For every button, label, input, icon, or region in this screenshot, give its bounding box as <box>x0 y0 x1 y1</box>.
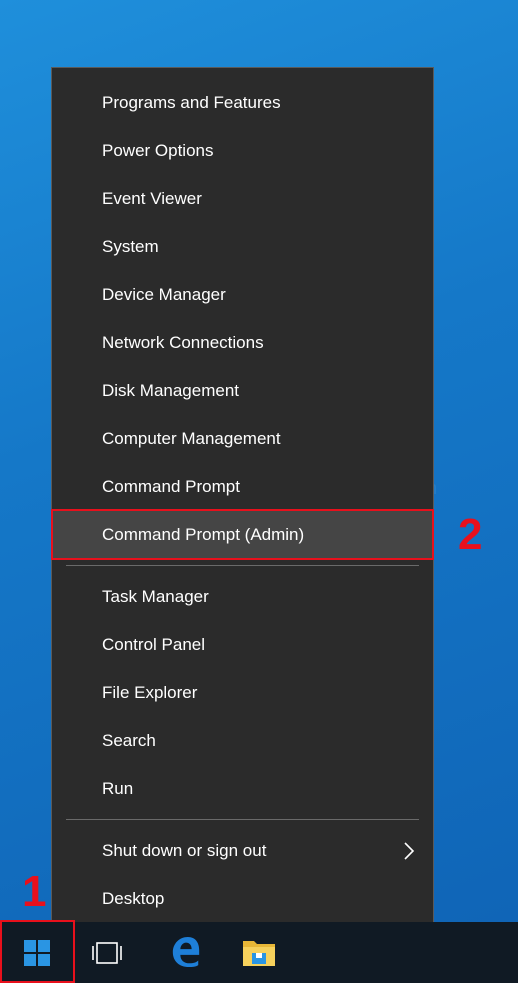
menu-item-system[interactable]: System <box>52 223 433 271</box>
menu-item-event-viewer[interactable]: Event Viewer <box>52 175 433 223</box>
menu-item-command-prompt[interactable]: Command Prompt <box>52 463 433 511</box>
file-explorer-icon <box>243 941 275 966</box>
annotation-highlight-command-prompt-admin <box>51 509 434 560</box>
menu-separator <box>66 819 419 820</box>
annotation-highlight-start-button <box>0 920 75 983</box>
annotation-step-2: 2 <box>458 510 483 559</box>
task-view-icon <box>92 942 122 964</box>
menu-item-disk-management[interactable]: Disk Management <box>52 367 433 415</box>
chevron-right-icon <box>404 842 415 860</box>
edge-browser-icon <box>172 936 200 968</box>
menu-item-label: Shut down or sign out <box>102 841 267 860</box>
menu-item-computer-management[interactable]: Computer Management <box>52 415 433 463</box>
menu-item-run[interactable]: Run <box>52 765 433 813</box>
menu-item-shut-down-or-sign-out[interactable]: Shut down or sign out <box>52 827 433 875</box>
annotation-step-1: 1 <box>22 867 47 916</box>
edge-browser-button[interactable] <box>152 922 218 983</box>
power-user-menu: Programs and Features Power Options Even… <box>51 67 434 934</box>
menu-item-programs-and-features[interactable]: Programs and Features <box>52 79 433 127</box>
menu-separator <box>66 565 419 566</box>
task-view-button[interactable] <box>74 922 140 983</box>
menu-item-device-manager[interactable]: Device Manager <box>52 271 433 319</box>
menu-item-file-explorer[interactable]: File Explorer <box>52 669 433 717</box>
menu-item-network-connections[interactable]: Network Connections <box>52 319 433 367</box>
file-explorer-button[interactable] <box>226 922 292 983</box>
menu-item-power-options[interactable]: Power Options <box>52 127 433 175</box>
taskbar <box>0 922 518 983</box>
menu-item-search[interactable]: Search <box>52 717 433 765</box>
menu-item-desktop[interactable]: Desktop <box>52 875 433 923</box>
menu-item-control-panel[interactable]: Control Panel <box>52 621 433 669</box>
menu-item-task-manager[interactable]: Task Manager <box>52 573 433 621</box>
